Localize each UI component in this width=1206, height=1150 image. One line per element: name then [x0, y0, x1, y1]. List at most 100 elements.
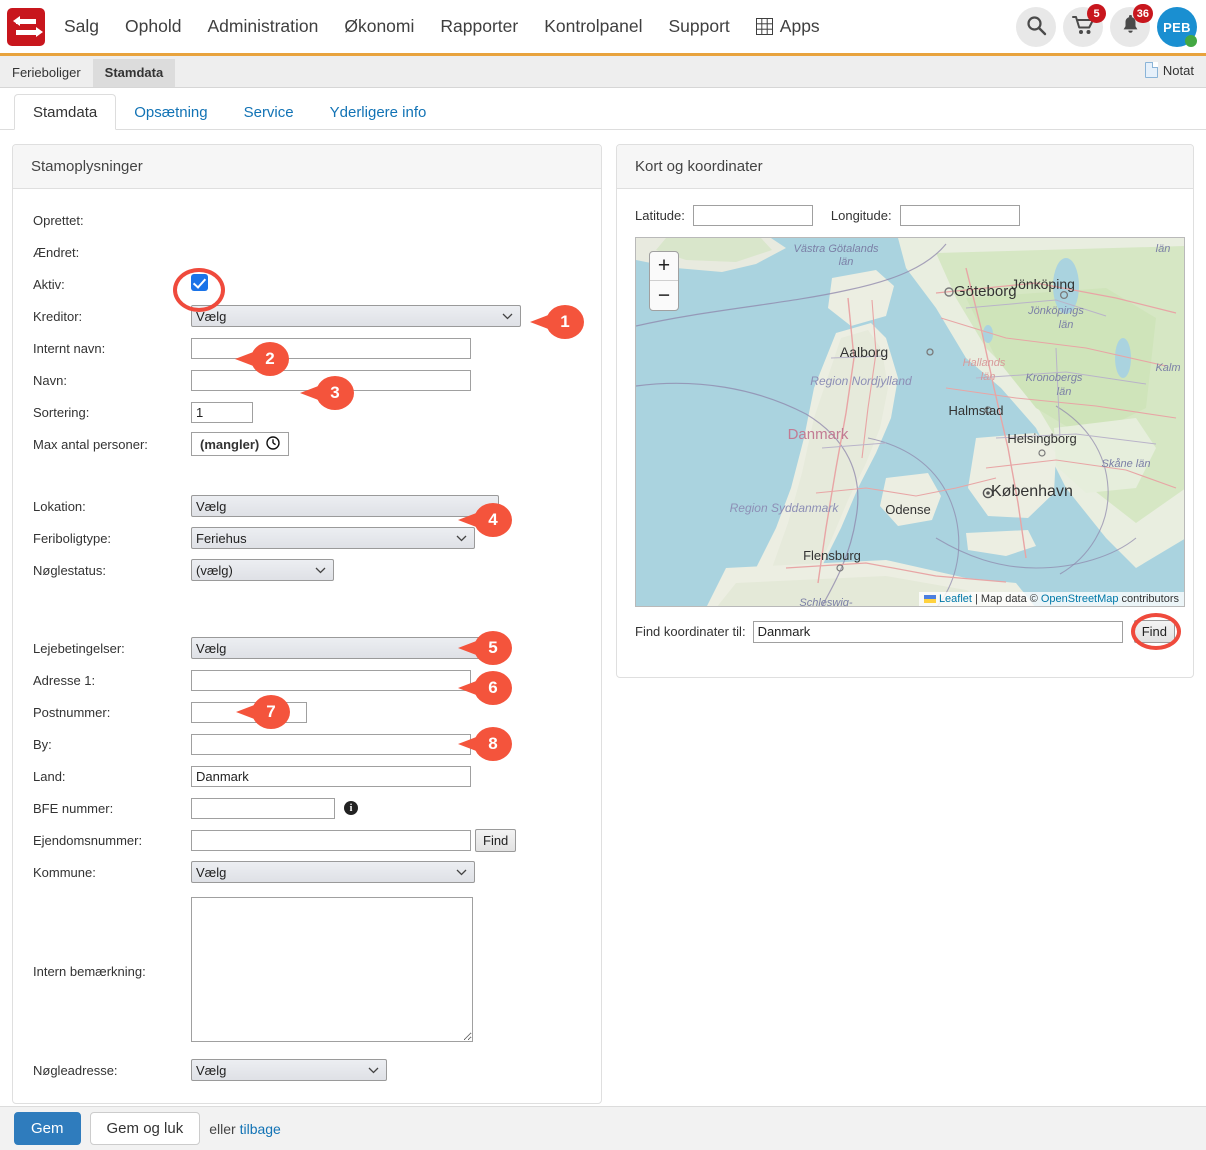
- zoom-in-button[interactable]: +: [650, 252, 678, 281]
- or-back-text: eller tilbage: [209, 1121, 281, 1137]
- label-land: Land:: [13, 769, 191, 784]
- avatar-initials: PEB: [1163, 20, 1191, 35]
- nav-item-rapporter[interactable]: Rapporter: [440, 16, 518, 37]
- lejebetingelser-selected-value: Vælg: [196, 641, 226, 656]
- navn-input[interactable]: [191, 370, 471, 391]
- max-personer-value-box[interactable]: (mangler): [191, 432, 289, 456]
- field-row-noglestatus: Nøglestatus: (vælg): [13, 557, 601, 583]
- svg-text:Hallands: Hallands: [963, 357, 1006, 369]
- leaflet-map[interactable]: + − Västra Götalands län län Göteborg Jö…: [635, 237, 1185, 607]
- breadcrumb-item-ferieboliger[interactable]: Ferieboliger: [0, 59, 93, 87]
- zoom-out-button[interactable]: −: [650, 281, 678, 310]
- chevron-down-icon: [502, 309, 513, 324]
- nav-item-apps-label: Apps: [780, 16, 820, 37]
- field-row-max-personer: Max antal personer: (mangler): [13, 431, 601, 457]
- label-kreditor: Kreditor:: [13, 309, 191, 324]
- find-koordinater-input[interactable]: [753, 621, 1123, 643]
- leaflet-link[interactable]: Leaflet: [939, 593, 972, 605]
- svg-text:Västra Götalands: Västra Götalands: [794, 243, 879, 255]
- bfe-input[interactable]: [191, 798, 335, 819]
- map-area: Latitude: Longitude:: [617, 189, 1193, 657]
- save-button[interactable]: Gem: [14, 1112, 81, 1145]
- field-row-kreditor: Kreditor: Vælg: [13, 303, 601, 329]
- longitude-input[interactable]: [900, 205, 1020, 226]
- notat-button[interactable]: Notat: [1145, 62, 1194, 78]
- svg-text:Odense: Odense: [885, 502, 931, 517]
- nav-item-salg[interactable]: Salg: [64, 16, 99, 37]
- kort-panel-title: Kort og koordinater: [617, 145, 1193, 189]
- search-button[interactable]: [1016, 7, 1056, 47]
- noglestatus-select[interactable]: (vælg): [191, 559, 334, 581]
- adresse1-input[interactable]: [191, 670, 471, 691]
- find-koordinater-button[interactable]: Find: [1134, 620, 1175, 643]
- svg-text:län: län: [1057, 386, 1072, 398]
- intern-bemaerkning-textarea[interactable]: [191, 897, 473, 1042]
- svg-text:län: län: [1156, 243, 1171, 255]
- nogleadresse-select[interactable]: Vælg: [191, 1059, 387, 1081]
- ejendomsnummer-find-button[interactable]: Find: [475, 829, 516, 852]
- online-status-dot: [1185, 35, 1197, 47]
- aktiv-checkbox[interactable]: [191, 274, 211, 294]
- ejendomsnummer-input[interactable]: [191, 830, 471, 851]
- label-by: By:: [13, 737, 191, 752]
- field-row-feriebolig-type: Feriboligtype: Feriehus: [13, 525, 601, 551]
- field-row-intern-bemaerkning: Intern bemærkning:: [13, 897, 601, 1045]
- svg-text:Kronobergs: Kronobergs: [1026, 372, 1083, 384]
- postnummer-input[interactable]: [191, 702, 307, 723]
- map-data-label: Map data ©: [981, 593, 1038, 605]
- avatar[interactable]: PEB: [1157, 7, 1197, 47]
- tab-stamdata[interactable]: Stamdata: [14, 94, 116, 130]
- kreditor-select[interactable]: Vælg: [191, 305, 521, 327]
- contributors-label: contributors: [1122, 593, 1179, 605]
- notat-label: Notat: [1163, 63, 1194, 78]
- chevron-down-icon: [456, 865, 467, 880]
- cart-button[interactable]: 5: [1063, 7, 1103, 47]
- lokation-select[interactable]: Vælg: [191, 495, 499, 517]
- info-icon[interactable]: i: [344, 801, 358, 815]
- clock-icon: [266, 436, 280, 453]
- noglestatus-selected-value: (vælg): [196, 563, 233, 578]
- label-navn: Navn:: [13, 373, 191, 388]
- nav-item-administration[interactable]: Administration: [207, 16, 318, 37]
- top-navigation-bar: Salg Ophold Administration Økonomi Rappo…: [0, 0, 1206, 56]
- chevron-down-icon: [368, 1063, 379, 1078]
- nav-item-kontrolpanel[interactable]: Kontrolpanel: [544, 16, 642, 37]
- by-input[interactable]: [191, 734, 471, 755]
- svg-text:Flensburg: Flensburg: [803, 548, 861, 563]
- find-coordinates-row: Find koordinater til: Find: [635, 620, 1175, 643]
- back-link[interactable]: tilbage: [240, 1121, 281, 1137]
- tab-service[interactable]: Service: [226, 95, 312, 129]
- lokation-selected-value: Vælg: [196, 499, 226, 514]
- save-and-close-button[interactable]: Gem og luk: [90, 1112, 201, 1145]
- svg-text:Jönköpings: Jönköpings: [1027, 305, 1084, 317]
- page-content: Stamoplysninger Oprettet: Ændret: Aktiv:…: [0, 130, 1206, 1104]
- label-ejendomsnummer: Ejendomsnummer:: [13, 833, 191, 848]
- notifications-button[interactable]: 36: [1110, 7, 1150, 47]
- internt-navn-input[interactable]: [191, 338, 471, 359]
- or-label: eller: [209, 1121, 235, 1137]
- label-latitude: Latitude:: [635, 208, 685, 223]
- latitude-input[interactable]: [693, 205, 813, 226]
- label-find-koordinater: Find koordinater til:: [635, 624, 746, 639]
- svg-text:Region Nordjylland: Region Nordjylland: [810, 374, 912, 388]
- tab-yderligere-info[interactable]: Yderligere info: [312, 95, 445, 129]
- stamdata-form: Oprettet: Ændret: Aktiv: Kreditor: Vælg: [13, 189, 601, 1103]
- tab-opsaetning[interactable]: Opsætning: [116, 95, 225, 129]
- breadcrumb-item-stamdata[interactable]: Stamdata: [93, 59, 176, 87]
- app-logo-icon[interactable]: [7, 8, 45, 46]
- stamoplysninger-panel: Stamoplysninger Oprettet: Ændret: Aktiv:…: [12, 144, 602, 1104]
- svg-text:Göteborg: Göteborg: [954, 283, 1017, 300]
- svg-text:Schleswig-: Schleswig-: [799, 597, 853, 607]
- svg-text:Danmark: Danmark: [788, 426, 849, 443]
- nav-item-apps[interactable]: Apps: [756, 16, 820, 37]
- openstreetmap-link[interactable]: OpenStreetMap: [1041, 593, 1119, 605]
- lejebetingelser-select[interactable]: Vælg: [191, 637, 496, 659]
- kommune-select[interactable]: Vælg: [191, 861, 475, 883]
- nav-item-ophold[interactable]: Ophold: [125, 16, 181, 37]
- land-input[interactable]: [191, 766, 471, 787]
- feriebolig-type-select[interactable]: Feriehus: [191, 527, 475, 549]
- nav-item-okonomi[interactable]: Økonomi: [344, 16, 414, 37]
- nav-item-support[interactable]: Support: [669, 16, 730, 37]
- label-sortering: Sortering:: [13, 405, 191, 420]
- sortering-input[interactable]: [191, 402, 253, 423]
